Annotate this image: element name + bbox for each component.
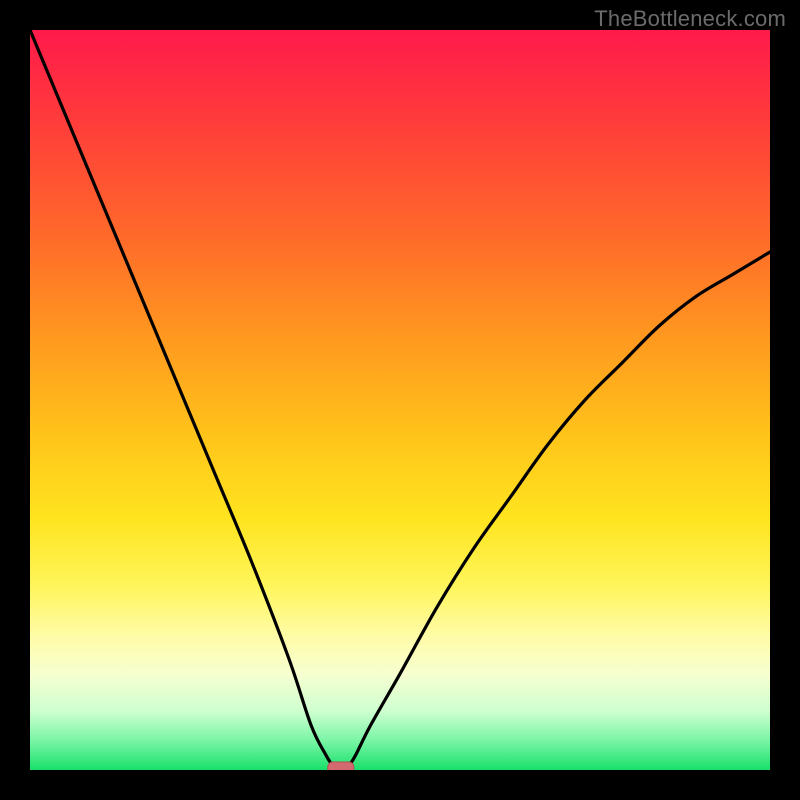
watermark-text: TheBottleneck.com [594, 6, 786, 32]
bottleneck-curve [30, 30, 770, 770]
plot-area [30, 30, 770, 770]
chart-svg [30, 30, 770, 770]
optimum-marker [328, 762, 354, 770]
chart-frame: TheBottleneck.com [0, 0, 800, 800]
